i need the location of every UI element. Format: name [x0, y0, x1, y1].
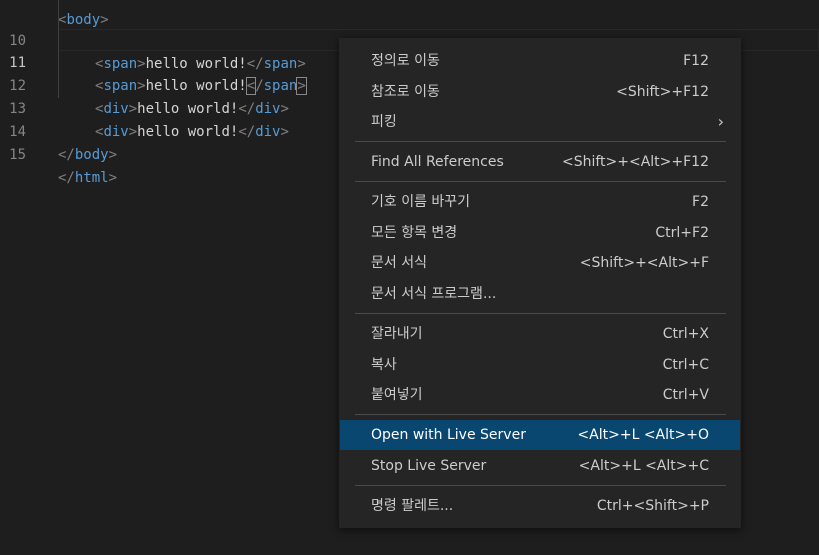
menu-item-stop-live-server[interactable]: Stop Live Server <Alt>+L <Alt>+C [340, 451, 740, 481]
line-number: 15 [9, 147, 26, 163]
close-tag: body [74, 147, 109, 163]
menu-item-label: 정의로 이동 [371, 53, 440, 69]
menu-item-command-palette[interactable]: 명령 팔레트... Ctrl+<Shift>+P [340, 491, 740, 521]
menu-item-shortcut: Ctrl+X [662, 326, 709, 342]
menu-item-label: Open with Live Server [371, 427, 526, 443]
menu-item-shortcut: Ctrl+F2 [655, 225, 709, 241]
menu-item-copy[interactable]: 복사 Ctrl+C [340, 350, 740, 380]
menu-item-paste[interactable]: 붙여넣기 Ctrl+V [340, 380, 740, 410]
menu-separator [355, 313, 726, 314]
menu-item-label: 붙여넣기 [371, 387, 423, 403]
menu-item-label: 기호 이름 바꾸기 [371, 194, 471, 210]
menu-item-label: 문서 서식 [371, 255, 427, 271]
menu-item-label: Stop Live Server [371, 458, 487, 474]
menu-item-shortcut: F12 [683, 53, 709, 69]
menu-item-label: 복사 [371, 357, 397, 373]
menu-separator [355, 485, 726, 486]
menu-item-shortcut: <Shift>+F12 [616, 84, 709, 100]
menu-item-shortcut: Ctrl+V [662, 387, 709, 403]
context-menu: 정의로 이동 F12 참조로 이동 <Shift>+F12 피킹 › Find … [339, 38, 741, 528]
menu-item-shortcut: Ctrl+<Shift>+P [596, 498, 709, 514]
menu-item-open-with-live-server[interactable]: Open with Live Server <Alt>+L <Alt>+O [340, 420, 740, 450]
menu-item-format-document-with[interactable]: 문서 서식 프로그램... [340, 279, 740, 309]
menu-item-format-document[interactable]: 문서 서식 <Shift>+<Alt>+F [340, 248, 740, 278]
menu-item-change-all-occurrences[interactable]: 모든 항목 변경 Ctrl+F2 [340, 218, 740, 248]
menu-item-shortcut: F2 [692, 194, 709, 210]
menu-item-find-all-references[interactable]: Find All References <Shift>+<Alt>+F12 [340, 147, 740, 177]
menu-item-cut[interactable]: 잘라내기 Ctrl+X [340, 319, 740, 349]
menu-item-shortcut: <Alt>+L <Alt>+C [578, 458, 709, 474]
menu-item-go-to-definition[interactable]: 정의로 이동 F12 [340, 46, 740, 76]
close-tag: html [74, 170, 109, 186]
menu-item-label: 명령 팔레트... [371, 498, 454, 514]
menu-item-label: 문서 서식 프로그램... [371, 286, 497, 302]
menu-item-label: Find All References [371, 154, 504, 170]
menu-item-shortcut: <Shift>+<Alt>+F12 [561, 154, 709, 170]
menu-item-peek[interactable]: 피킹 › [340, 107, 740, 137]
code-line[interactable]: 10 <span>hello world!</span> [0, 7, 819, 72]
menu-separator [355, 141, 726, 142]
menu-item-rename-symbol[interactable]: 기호 이름 바꾸기 F2 [340, 187, 740, 217]
menu-separator [355, 414, 726, 415]
menu-item-label: 피킹 [371, 114, 397, 130]
menu-item-shortcut: Ctrl+C [662, 357, 709, 373]
menu-separator [355, 181, 726, 182]
menu-item-label: 모든 항목 변경 [371, 225, 458, 241]
menu-item-go-to-references[interactable]: 참조로 이동 <Shift>+F12 [340, 77, 740, 107]
menu-item-shortcut: <Alt>+L <Alt>+O [577, 427, 709, 443]
chevron-right-icon: › [717, 112, 724, 131]
menu-item-shortcut: <Shift>+<Alt>+F [579, 255, 709, 271]
menu-item-label: 참조로 이동 [371, 84, 440, 100]
menu-item-label: 잘라내기 [371, 326, 423, 342]
